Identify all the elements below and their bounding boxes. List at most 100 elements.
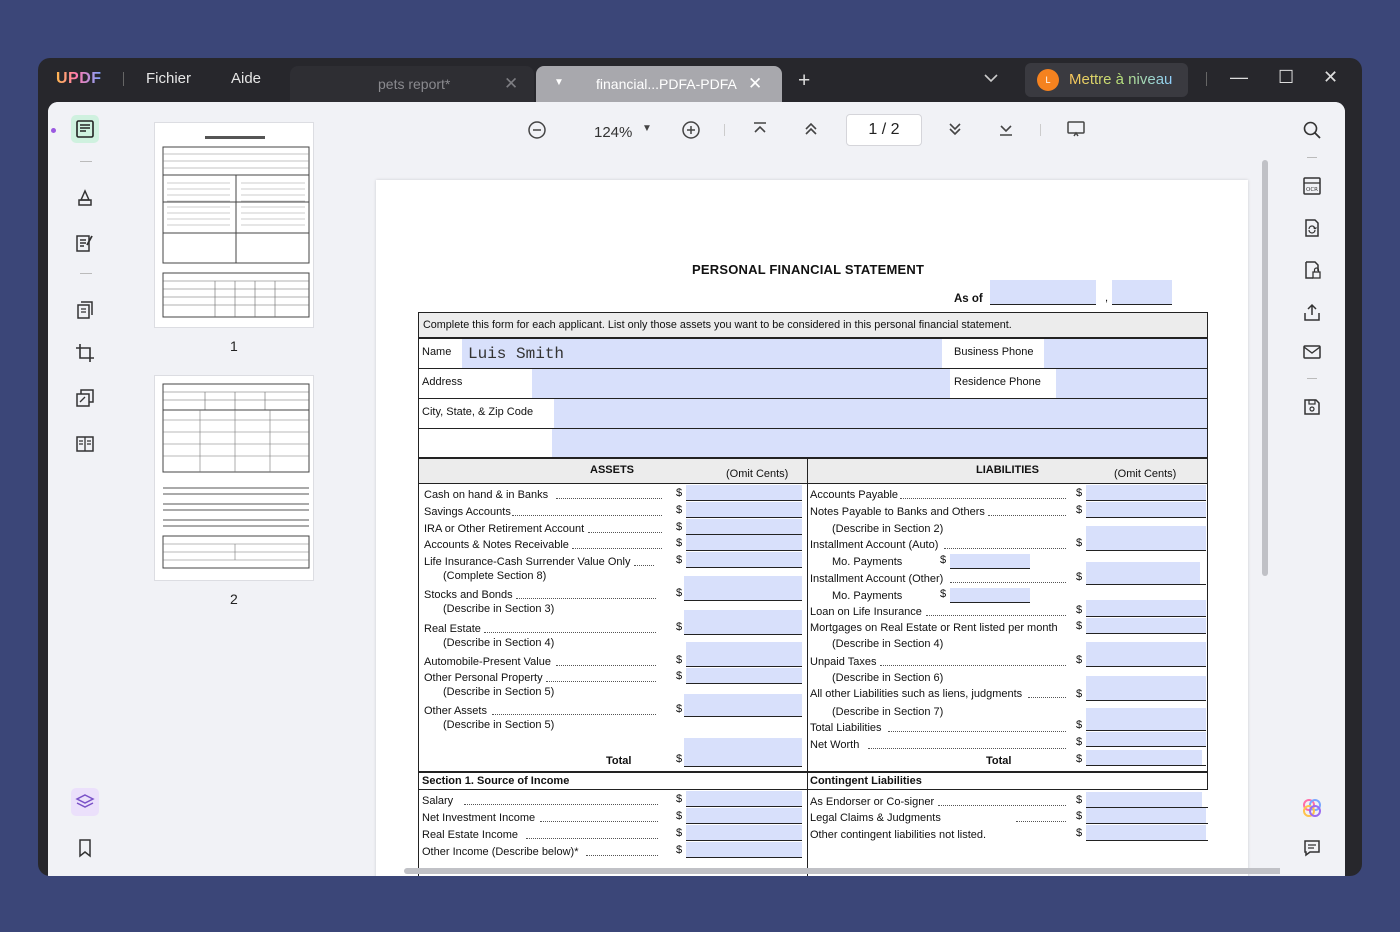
close-window-icon[interactable]: ✕ — [1323, 68, 1338, 86]
page-thumbnail-1[interactable] — [154, 122, 314, 328]
ai-assistant-icon[interactable] — [1300, 796, 1324, 820]
leader-dots — [512, 515, 662, 516]
asset-amount-field[interactable] — [686, 519, 802, 534]
save-icon[interactable] — [1300, 395, 1324, 419]
horizontal-scrollbar[interactable] — [404, 868, 1308, 874]
caret-down-icon[interactable]: ▼ — [554, 77, 564, 88]
asset-amount-field[interactable] — [686, 642, 802, 666]
liabilities-total-field[interactable] — [1086, 750, 1202, 765]
search-icon[interactable] — [1300, 118, 1324, 142]
liability-amount-field[interactable] — [1086, 502, 1206, 517]
liability-amount-field[interactable] — [1086, 600, 1206, 616]
organize-pages-icon[interactable] — [71, 296, 99, 324]
city-field-line2[interactable] — [552, 429, 1207, 457]
asset-amount-field[interactable] — [686, 485, 802, 500]
contingent-amount-field[interactable] — [1086, 792, 1202, 807]
share-icon[interactable] — [1300, 300, 1324, 324]
close-icon[interactable]: ✕ — [504, 74, 518, 94]
mo-payments-field[interactable] — [950, 588, 1030, 602]
bookmark-icon[interactable] — [71, 834, 99, 862]
as-of-date-field[interactable] — [990, 280, 1096, 304]
tab-pets-report[interactable]: pets report* ✕ — [290, 66, 534, 102]
menu-help[interactable]: Aide — [231, 70, 261, 87]
last-page-icon[interactable] — [997, 120, 1015, 141]
asset-amount-field[interactable] — [684, 694, 802, 716]
liability-amount-field[interactable] — [1086, 485, 1206, 500]
chevron-down-icon[interactable] — [984, 70, 998, 86]
highlighter-icon[interactable] — [71, 184, 99, 212]
next-page-icon[interactable] — [946, 120, 964, 141]
address-field[interactable] — [532, 369, 950, 398]
income-label: Net Investment Income — [422, 812, 536, 824]
underline — [950, 568, 1030, 569]
liability-amount-field[interactable] — [1086, 732, 1206, 746]
convert-icon[interactable] — [71, 384, 99, 412]
vertical-scrollbar[interactable] — [1262, 160, 1268, 576]
reader-mode-icon[interactable] — [71, 115, 99, 143]
residence-phone-field[interactable] — [1056, 369, 1207, 398]
liability-label: Installment Account (Other) — [810, 573, 944, 585]
as-of-year-field[interactable] — [1112, 280, 1172, 304]
leader-dots — [1016, 821, 1066, 822]
dollar-sign: $ — [676, 670, 683, 682]
maximize-icon[interactable]: ☐ — [1278, 68, 1294, 86]
income-label: Other Income (Describe below)* — [422, 846, 579, 858]
liability-amount-field[interactable] — [1086, 708, 1206, 730]
liability-amount-field[interactable] — [1086, 618, 1206, 633]
asset-amount-field[interactable] — [684, 610, 802, 634]
liability-amount-field[interactable] — [1086, 676, 1206, 700]
zoom-dropdown-icon[interactable]: ▼ — [642, 124, 652, 134]
crop-icon[interactable] — [71, 339, 99, 367]
upgrade-button[interactable]: L Mettre à niveau — [1025, 63, 1188, 97]
income-amount-field[interactable] — [686, 808, 802, 823]
new-tab-icon[interactable]: + — [798, 70, 810, 91]
zoom-in-icon[interactable] — [681, 120, 701, 143]
liability-amount-field[interactable] — [1086, 562, 1200, 584]
edit-pdf-icon[interactable] — [71, 229, 99, 257]
underline — [1086, 666, 1206, 667]
mo-payments-field[interactable] — [950, 554, 1030, 568]
page-thumbnail-2[interactable] — [154, 375, 314, 581]
asset-sublabel: (Complete Section 8) — [443, 570, 547, 582]
convert-file-icon[interactable] — [1300, 216, 1324, 240]
presentation-icon[interactable] — [1066, 120, 1086, 141]
asset-amount-field[interactable] — [686, 535, 802, 550]
liability-amount-field[interactable] — [1086, 526, 1206, 550]
menu-file[interactable]: Fichier — [146, 70, 191, 87]
layers-icon[interactable] — [71, 788, 99, 816]
underline — [684, 634, 802, 635]
asset-amount-field[interactable] — [686, 502, 802, 517]
income-amount-field[interactable] — [686, 825, 802, 840]
form-icon[interactable] — [71, 430, 99, 458]
protect-icon[interactable] — [1300, 258, 1324, 282]
previous-page-icon[interactable] — [802, 120, 820, 141]
asset-amount-field[interactable] — [684, 576, 802, 600]
liability-amount-field[interactable] — [1086, 642, 1206, 666]
contingent-amount-field[interactable] — [1086, 808, 1206, 823]
asset-amount-field[interactable] — [686, 668, 802, 683]
underline — [686, 517, 802, 518]
contingent-amount-field[interactable] — [1086, 825, 1206, 840]
ocr-icon[interactable]: OCR — [1300, 174, 1324, 198]
dollar-sign: $ — [676, 844, 683, 856]
zoom-out-icon[interactable] — [527, 120, 547, 143]
comment-icon[interactable] — [1300, 836, 1324, 860]
close-icon[interactable]: ✕ — [748, 74, 762, 94]
income-amount-field[interactable] — [686, 791, 802, 806]
business-phone-field[interactable] — [1044, 339, 1207, 368]
underline — [1086, 500, 1206, 501]
tab-financial[interactable]: ▼ financial...PDFA-PDFA ✕ — [536, 66, 782, 102]
page-number-input[interactable]: 1 / 2 — [846, 114, 922, 146]
minimize-icon[interactable]: — — [1230, 68, 1248, 86]
asset-sublabel: (Describe in Section 4) — [443, 637, 555, 649]
asset-amount-field[interactable] — [686, 552, 802, 567]
leader-dots — [586, 855, 658, 856]
zoom-level[interactable]: 124% — [594, 124, 632, 141]
thumbnail-number: 1 — [230, 338, 238, 354]
first-page-icon[interactable] — [751, 120, 769, 141]
email-icon[interactable] — [1300, 340, 1324, 364]
assets-total-field[interactable] — [684, 738, 802, 766]
name-value[interactable]: Luis Smith — [468, 345, 564, 363]
city-field[interactable] — [554, 399, 1207, 428]
income-amount-field[interactable] — [686, 842, 802, 857]
